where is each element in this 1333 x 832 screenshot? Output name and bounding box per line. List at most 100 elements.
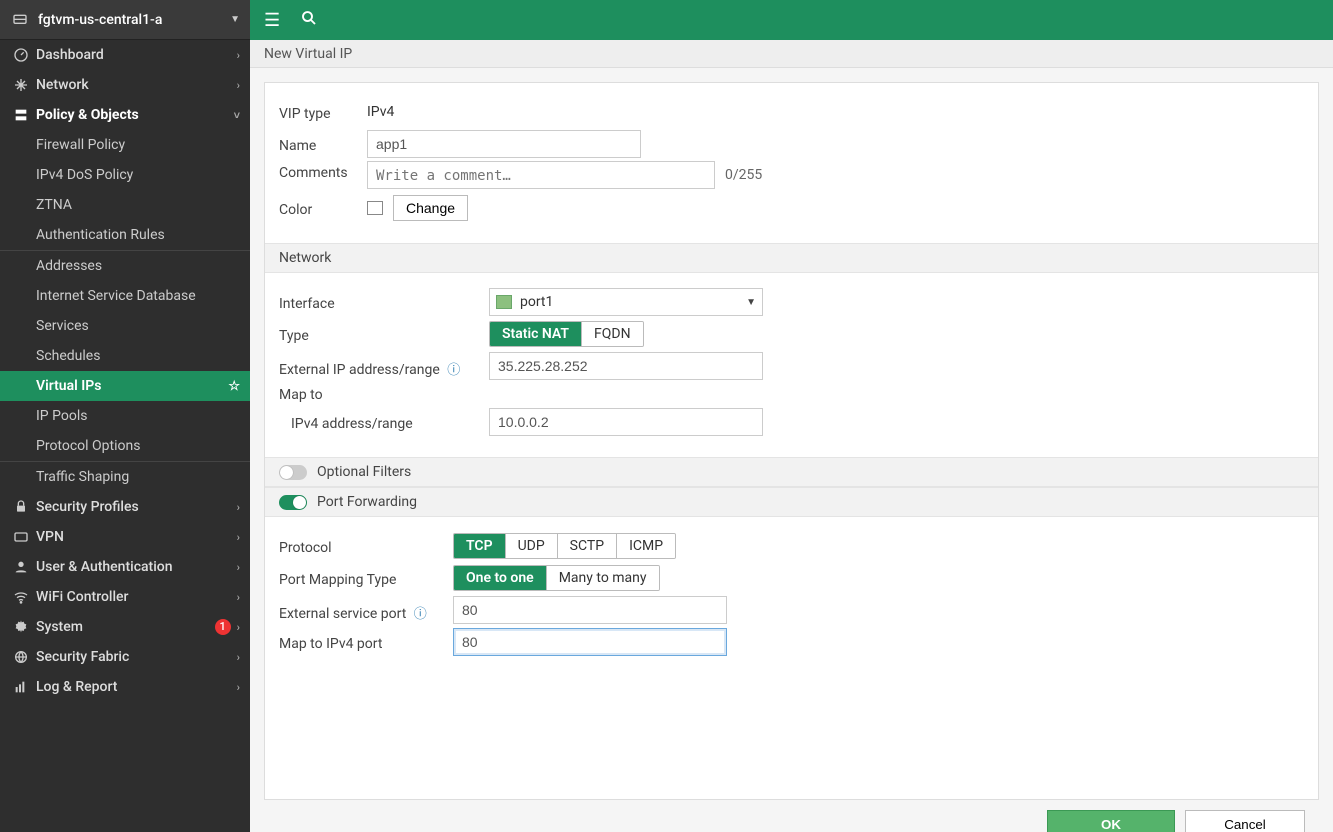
port-forwarding-toggle[interactable] <box>279 495 307 510</box>
port-forwarding-label: Port Forwarding <box>317 494 417 510</box>
nav-sub-addresses[interactable]: Addresses <box>0 251 250 281</box>
type-option-fqdn[interactable]: FQDN <box>582 322 643 346</box>
caret-down-icon: ▼ <box>230 14 240 25</box>
ext-ip-label: External IP address/range ⓘ <box>279 355 489 378</box>
caret-down-icon: ▼ <box>746 297 756 308</box>
map-to-label: Map to <box>279 387 1304 403</box>
interface-label: Interface <box>279 292 489 312</box>
sidebar: fgtvm-us-central1-a ▼ Dashboard › Networ… <box>0 0 250 832</box>
nav-label: WiFi Controller <box>36 589 237 605</box>
nav-sub-traffic-shaping[interactable]: Traffic Shaping <box>0 462 250 492</box>
change-color-button[interactable]: Change <box>393 195 468 221</box>
nav-label: Security Profiles <box>36 499 237 515</box>
cancel-button[interactable]: Cancel <box>1185 810 1305 832</box>
nav-sub-protocol-options[interactable]: Protocol Options <box>0 431 250 461</box>
ipv4-range-label: IPv4 address/range <box>291 412 489 432</box>
chevron-right-icon: › <box>237 561 240 574</box>
optional-filters-header: Optional Filters <box>265 457 1318 487</box>
vip-type-value: IPv4 <box>367 104 394 120</box>
network-section-header: Network <box>265 243 1318 273</box>
ext-ip-label-text: External IP address/range <box>279 362 440 378</box>
nav-sub-ipv4-dos[interactable]: IPv4 DoS Policy <box>0 160 250 190</box>
info-icon[interactable]: ⓘ <box>414 607 427 622</box>
nav-sub-label: Firewall Policy <box>36 137 125 153</box>
name-input[interactable] <box>367 130 641 158</box>
ipv4-range-input[interactable] <box>489 408 763 436</box>
host-selector[interactable]: fgtvm-us-central1-a ▼ <box>0 0 250 40</box>
nav-sub-ip-pools[interactable]: IP Pools <box>0 401 250 431</box>
policy-icon <box>10 107 32 123</box>
optional-filters-label: Optional Filters <box>317 464 411 480</box>
nav-sub-label: Services <box>36 318 89 334</box>
form-footer: OK Cancel <box>264 800 1319 832</box>
nav-sub-schedules[interactable]: Schedules <box>0 341 250 371</box>
notification-badge: 1 <box>215 619 231 635</box>
protocol-label: Protocol <box>279 536 453 556</box>
nav-security-fabric[interactable]: Security Fabric › <box>0 642 250 672</box>
page-title-bar: New Virtual IP <box>250 40 1333 68</box>
ext-port-input[interactable] <box>453 596 727 624</box>
protocol-option-tcp[interactable]: TCP <box>454 534 506 558</box>
nav-sub-firewall-policy[interactable]: Firewall Policy <box>0 130 250 160</box>
ext-ip-input[interactable] <box>489 352 763 380</box>
chevron-right-icon: › <box>237 591 240 604</box>
nav-label: Network <box>36 77 237 93</box>
port-mapping-option-one[interactable]: One to one <box>454 566 547 590</box>
chevron-down-icon: ˅ <box>234 109 240 122</box>
main: ☰ New Virtual IP VIP type IPv4 Name <box>250 0 1333 832</box>
menu-toggle-icon[interactable]: ☰ <box>264 10 280 31</box>
port-mapping-segmented: One to one Many to many <box>453 565 660 591</box>
network-header-label: Network <box>279 250 331 266</box>
color-swatch-icon <box>367 201 383 215</box>
nav-sub-label: IP Pools <box>36 408 87 424</box>
fabric-icon <box>10 649 32 665</box>
nav-sub-label: Internet Service Database <box>36 288 196 304</box>
interface-value: port1 <box>520 294 553 310</box>
comments-textarea[interactable] <box>367 161 715 189</box>
nav-log-report[interactable]: Log & Report › <box>0 672 250 702</box>
topbar: ☰ <box>250 0 1333 40</box>
nav-label: Policy & Objects <box>36 107 234 123</box>
protocol-option-icmp[interactable]: ICMP <box>617 534 675 558</box>
protocol-option-sctp[interactable]: SCTP <box>558 534 617 558</box>
protocol-segmented: TCP UDP SCTP ICMP <box>453 533 676 559</box>
nav-security-profiles[interactable]: Security Profiles › <box>0 492 250 522</box>
nav-sub-auth-rules[interactable]: Authentication Rules <box>0 220 250 250</box>
nav-sub-label: Traffic Shaping <box>36 469 129 485</box>
protocol-option-udp[interactable]: UDP <box>506 534 558 558</box>
user-icon <box>10 559 32 575</box>
ok-button[interactable]: OK <box>1047 810 1175 832</box>
nav-dashboard[interactable]: Dashboard › <box>0 40 250 70</box>
dashboard-icon <box>10 47 32 63</box>
nav-sub-virtual-ips[interactable]: Virtual IPs ☆ <box>0 371 250 401</box>
ext-port-label-text: External service port <box>279 606 406 622</box>
nav-wifi[interactable]: WiFi Controller › <box>0 582 250 612</box>
search-icon[interactable] <box>300 9 318 32</box>
nav-sub-ztna[interactable]: ZTNA <box>0 190 250 220</box>
info-icon[interactable]: ⓘ <box>447 363 460 378</box>
interface-select[interactable]: port1 ▼ <box>489 288 763 316</box>
chevron-right-icon: › <box>237 79 240 92</box>
nav-system[interactable]: System 1 › <box>0 612 250 642</box>
nav-sub-label: Addresses <box>36 258 102 274</box>
port-mapping-option-many[interactable]: Many to many <box>547 566 659 590</box>
color-label: Color <box>279 198 367 218</box>
map-port-input[interactable] <box>453 628 727 656</box>
type-label: Type <box>279 324 489 344</box>
nav-sub-label: Schedules <box>36 348 100 364</box>
nav-user-auth[interactable]: User & Authentication › <box>0 552 250 582</box>
device-icon <box>10 12 30 28</box>
optional-filters-toggle[interactable] <box>279 465 307 480</box>
gear-icon <box>10 619 32 635</box>
nav-policy-objects[interactable]: Policy & Objects ˅ <box>0 100 250 130</box>
nav-label: User & Authentication <box>36 559 237 575</box>
nav-label: VPN <box>36 529 237 545</box>
nav-sub-services[interactable]: Services <box>0 311 250 341</box>
map-port-label: Map to IPv4 port <box>279 632 453 652</box>
nav-sub-isdb[interactable]: Internet Service Database <box>0 281 250 311</box>
chevron-right-icon: › <box>237 501 240 514</box>
nav-vpn[interactable]: VPN › <box>0 522 250 552</box>
comments-counter: 0/255 <box>725 167 762 183</box>
type-option-static-nat[interactable]: Static NAT <box>490 322 582 346</box>
nav-network[interactable]: Network › <box>0 70 250 100</box>
